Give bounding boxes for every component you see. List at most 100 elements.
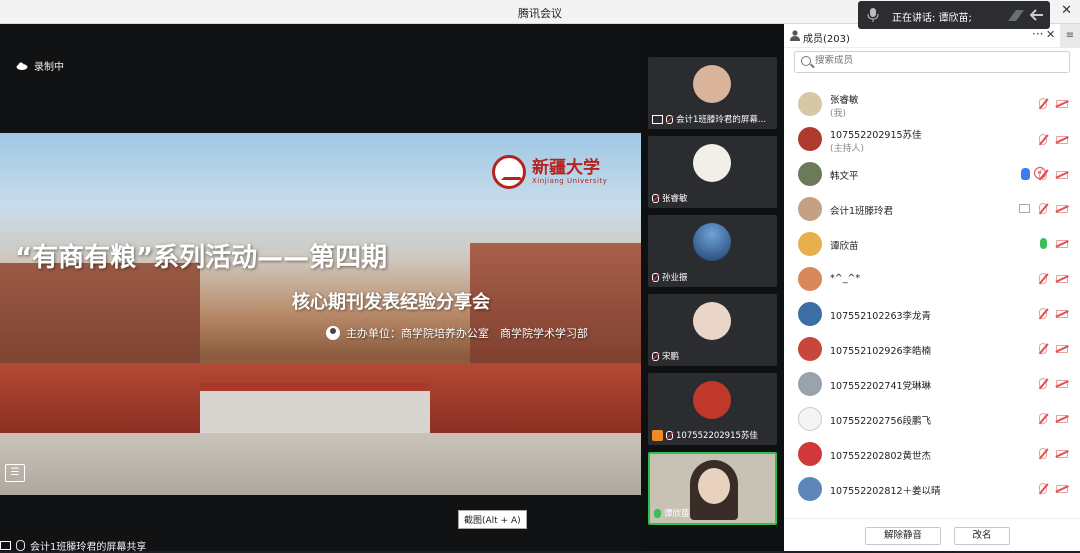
member-role: (主持人)	[830, 144, 865, 154]
search-input[interactable]	[815, 55, 1055, 66]
member-status-icons	[1039, 343, 1068, 354]
member-avatar	[798, 372, 822, 396]
member-name: 107552102263李龙青	[830, 311, 932, 322]
mic-muted-icon[interactable]	[1039, 98, 1047, 109]
camera-off-icon[interactable]	[1056, 345, 1068, 353]
tile-label: 孙业振	[652, 271, 688, 283]
mic-muted-icon[interactable]	[1039, 483, 1047, 494]
participant-avatar	[693, 381, 731, 419]
microphone-muted-icon	[16, 540, 25, 551]
university-seal-icon	[492, 155, 526, 189]
member-row[interactable]: 107552102926李皓楠	[784, 332, 1080, 366]
tile-name: 宋鹏	[662, 352, 680, 362]
mic-muted-icon[interactable]	[1039, 448, 1047, 459]
member-search[interactable]	[794, 51, 1070, 73]
member-name: 107552202915苏佳	[830, 130, 922, 141]
member-avatar	[798, 127, 822, 151]
video-tile[interactable]: 107552202915苏佳	[648, 373, 777, 445]
mic-on-icon[interactable]	[1040, 238, 1047, 249]
video-tile[interactable]: 会计1班滕玲君的屏幕...	[648, 57, 777, 129]
member-row[interactable]: 107552202812＋姜以晴	[784, 472, 1080, 506]
mic-muted-icon[interactable]	[1039, 203, 1047, 214]
video-tile-active[interactable]: 谭欣苗	[648, 452, 777, 525]
member-row[interactable]: 张睿敏 (我)	[784, 87, 1080, 121]
member-row[interactable]: 107552202756段鹏飞	[784, 402, 1080, 436]
participant-avatar	[693, 65, 731, 103]
video-tile[interactable]: 张睿敏	[648, 136, 777, 208]
slide-subtitle: 核心期刊发表经验分享会	[292, 292, 490, 313]
member-status-icons	[1039, 483, 1068, 494]
member-avatar	[798, 302, 822, 326]
member-name: 107552202756段鹏飞	[830, 416, 932, 427]
mic-muted-icon[interactable]	[1039, 343, 1047, 354]
camera-off-icon[interactable]	[1056, 485, 1068, 493]
camera-off-icon[interactable]	[1056, 135, 1068, 144]
rename-button[interactable]: 改名	[954, 527, 1010, 545]
member-name: *^_^*	[830, 273, 861, 284]
camera-off-icon[interactable]	[1056, 450, 1068, 458]
university-name: 新疆大学	[532, 158, 600, 178]
mic-muted-icon[interactable]	[1039, 308, 1047, 319]
member-avatar	[798, 337, 822, 361]
camera-off-icon[interactable]	[1056, 415, 1068, 423]
participant-avatar	[693, 302, 731, 340]
mic-muted-icon	[652, 272, 659, 282]
camera-off-icon[interactable]	[1056, 380, 1068, 388]
camera-off-icon[interactable]	[1056, 310, 1068, 318]
tile-name: 会计1班滕玲君的屏幕...	[676, 115, 767, 125]
university-name-en: Xinjiang University	[532, 177, 608, 185]
camera-off-icon[interactable]	[1056, 275, 1068, 283]
unmute-all-button[interactable]: 解除静音	[865, 527, 941, 545]
mic-muted-icon	[652, 193, 659, 203]
building-right	[470, 243, 641, 383]
tile-name: 张睿敏	[662, 194, 688, 204]
share-toolbar-icon[interactable]: ☰	[5, 464, 25, 482]
participant-avatar	[693, 223, 731, 261]
mic-muted-icon[interactable]	[1039, 168, 1047, 180]
mic-muted-icon[interactable]	[1039, 378, 1047, 389]
tile-name: 谭欣苗	[664, 509, 690, 519]
member-name: 107552202812＋姜以晴	[830, 486, 941, 497]
close-panel-icon[interactable]: ✕	[1046, 28, 1055, 41]
mic-muted-icon[interactable]	[1039, 413, 1047, 424]
mic-muted-icon[interactable]	[1039, 273, 1047, 284]
mic-muted-icon[interactable]	[1039, 133, 1047, 145]
more-icon[interactable]: ···	[1032, 27, 1043, 41]
camera-off-icon[interactable]	[1056, 100, 1068, 108]
video-strip: 会计1班滕玲君的屏幕... 张睿敏 孙业振 宋鹏 107552202915苏佳 …	[641, 24, 784, 551]
member-name: 韩文平	[830, 171, 859, 182]
member-row[interactable]: 谭欣苗	[784, 227, 1080, 261]
camera-off-icon[interactable]	[1056, 170, 1068, 179]
speaking-indicator: 正在讲话: 谭欣苗;	[858, 1, 1050, 29]
screen-share-icon	[1019, 204, 1030, 213]
member-avatar	[798, 407, 822, 431]
signal-icon	[1008, 10, 1024, 21]
video-tile[interactable]: 孙业振	[648, 215, 777, 287]
screen-share-icon	[0, 541, 11, 550]
member-row[interactable]: 107552102263李龙青	[784, 297, 1080, 331]
member-row[interactable]: *^_^*	[784, 262, 1080, 296]
camera-off-icon[interactable]	[1056, 240, 1068, 248]
member-name: 107552202802黄世杰	[830, 451, 932, 462]
member-row[interactable]: 107552202802黄世杰	[784, 437, 1080, 471]
member-name: 张睿敏	[830, 95, 859, 106]
panel-menu-icon[interactable]: ≡	[1060, 24, 1080, 48]
member-avatar	[798, 232, 822, 256]
member-status-icons	[1019, 203, 1068, 214]
member-row[interactable]: 韩文平	[784, 157, 1080, 191]
video-tile[interactable]: 宋鹏	[648, 294, 777, 366]
member-row[interactable]: 107552202741党琳琳	[784, 367, 1080, 401]
member-row[interactable]: 会计1班滕玲君	[784, 192, 1080, 226]
search-icon	[801, 56, 811, 66]
member-row[interactable]: 107552202915苏佳 (主持人)	[784, 122, 1080, 179]
member-avatar	[798, 267, 822, 291]
microphone-icon	[867, 8, 879, 22]
back-arrow-icon[interactable]	[1030, 8, 1044, 22]
campus-road	[0, 433, 641, 495]
member-avatar	[798, 442, 822, 466]
camera-off-icon[interactable]	[1056, 205, 1068, 213]
slide-title: “有商有粮”系列活动——第四期	[15, 243, 388, 273]
cloud-record-icon	[16, 62, 28, 70]
window-close-icon[interactable]: ✕	[1061, 3, 1072, 18]
member-status-icons	[1039, 448, 1068, 459]
